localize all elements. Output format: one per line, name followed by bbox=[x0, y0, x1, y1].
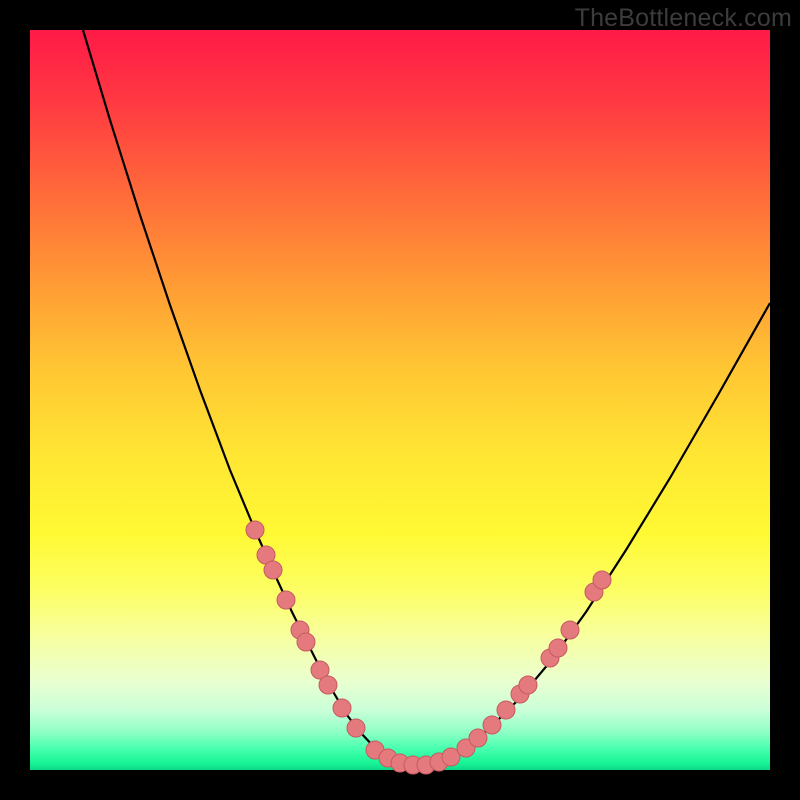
data-point bbox=[246, 521, 264, 539]
data-point bbox=[497, 701, 515, 719]
watermark-text: TheBottleneck.com bbox=[575, 4, 792, 33]
chart-svg bbox=[30, 30, 770, 770]
chart-frame: TheBottleneck.com bbox=[0, 0, 800, 800]
data-point bbox=[297, 633, 315, 651]
data-point bbox=[549, 639, 567, 657]
plot-area bbox=[30, 30, 770, 770]
bottleneck-curve bbox=[83, 30, 770, 765]
data-point bbox=[519, 676, 537, 694]
data-point bbox=[264, 561, 282, 579]
data-point bbox=[277, 591, 295, 609]
data-point bbox=[347, 719, 365, 737]
data-point bbox=[593, 571, 611, 589]
data-point bbox=[333, 699, 351, 717]
data-points bbox=[246, 521, 611, 774]
data-point bbox=[319, 676, 337, 694]
data-point bbox=[469, 729, 487, 747]
data-point bbox=[561, 621, 579, 639]
data-point bbox=[483, 716, 501, 734]
